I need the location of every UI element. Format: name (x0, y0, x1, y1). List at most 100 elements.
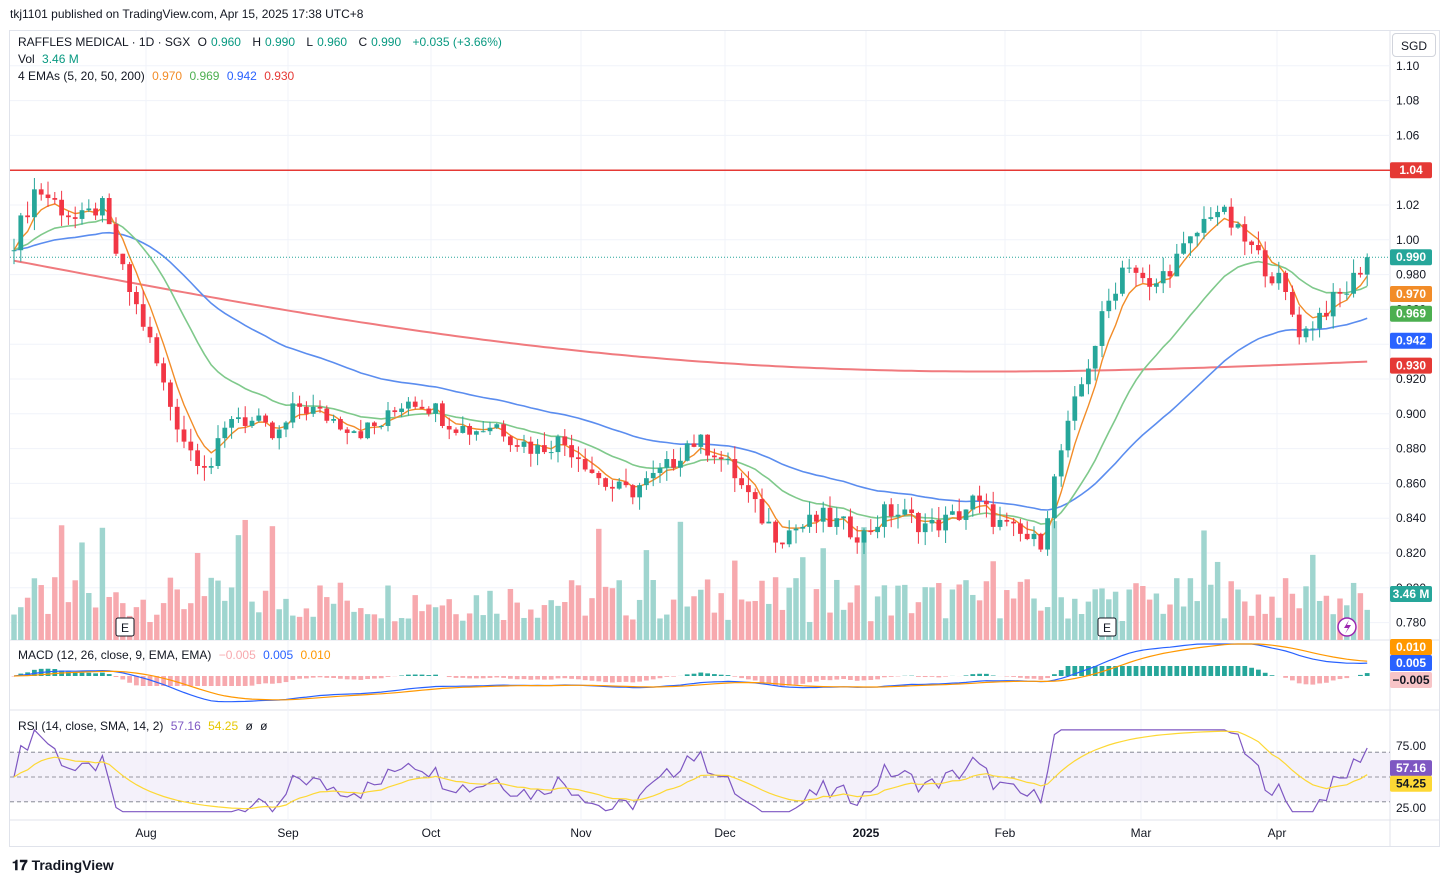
volume-label: Vol (18, 52, 35, 66)
rsi-ma-value: 54.25 (208, 719, 239, 733)
candle-body (841, 516, 846, 519)
symbol-label: RAFFLES MEDICAL · 1D · SGX (18, 35, 191, 49)
price-tick-label: 0.840 (1396, 511, 1426, 525)
macd-hist-bar (1290, 676, 1295, 681)
candle-body (433, 403, 438, 414)
macd-hist-bar (460, 676, 466, 678)
candle-body (1208, 217, 1214, 219)
volume-bar (895, 585, 901, 640)
volume-bar (188, 603, 194, 640)
volume-bar (296, 616, 303, 640)
candle-body (467, 425, 472, 435)
volume-bar (568, 580, 575, 640)
macd-hist-bar (344, 676, 350, 680)
volume-bar (990, 561, 996, 640)
macd-hist-bar (297, 676, 302, 679)
chart-canvas[interactable]: 1.101.081.061.041.021.000.9800.9600.9400… (0, 0, 1452, 883)
low-label: L (306, 35, 314, 49)
macd-legend: MACD (12, 26, close, 9, EMA, EMA) −0.005… (18, 648, 335, 662)
volume-bar (704, 579, 711, 640)
candle-body (1058, 450, 1064, 477)
candle-body (1276, 272, 1282, 284)
currency-button[interactable]: SGD (1392, 33, 1436, 57)
candle-body (1330, 292, 1336, 317)
price-tick-label: 1.10 (1396, 59, 1420, 73)
macd-hist-bar (1222, 666, 1227, 676)
volume-bar (800, 557, 806, 640)
macd-hist-bar (684, 674, 690, 676)
volume-bar (963, 580, 969, 640)
candle-body (1024, 533, 1030, 540)
candle-body (1317, 312, 1322, 329)
macd-hist-bar (508, 676, 513, 679)
macd-hist-bar (943, 676, 948, 677)
macd-hist-bar (963, 675, 969, 676)
macd-hist-bar (1215, 666, 1220, 676)
volume-bar (72, 580, 78, 640)
candle-body (474, 431, 479, 435)
volume-bar (473, 595, 480, 640)
volume-bar (922, 587, 928, 640)
volume-bar (358, 608, 364, 640)
volume-bar (677, 521, 684, 640)
volume-bar (555, 605, 561, 640)
macd-hist-bar (820, 676, 826, 680)
candle-body (168, 382, 173, 407)
volume-bar (725, 619, 731, 640)
macd-hist-bar (215, 676, 221, 686)
macd-hist-bar (1337, 676, 1343, 680)
candle-body (861, 530, 867, 543)
time-tick-label: Feb (995, 826, 1016, 840)
macd-hist-bar (304, 676, 309, 679)
macd-hist-bar (854, 676, 860, 681)
volume-bar (276, 609, 282, 640)
volume-badge-label: 3.46 M (1393, 587, 1430, 601)
candle-body (1242, 224, 1248, 242)
volume-bar (616, 580, 622, 640)
macd-hist-bar (1324, 676, 1329, 683)
candle-body (521, 441, 527, 447)
macd-hist-bar (705, 673, 710, 676)
macd-hist-bar (290, 676, 296, 680)
volume-bar (759, 580, 765, 640)
volume-bar (657, 618, 663, 640)
open-label: O (197, 35, 207, 49)
candle-body (950, 511, 955, 515)
volume-bar (1310, 554, 1316, 640)
candle-body (637, 485, 642, 498)
macd-hist-bar (1262, 672, 1268, 676)
volume-bar (1010, 598, 1017, 640)
candle-body (1004, 519, 1010, 522)
macd-hist-value: −0.005 (218, 648, 256, 662)
candle-body (1358, 272, 1363, 275)
volume-bar (840, 609, 847, 640)
candle-body (406, 401, 411, 409)
macd-hist-bar (861, 676, 867, 681)
macd-hist-bar (338, 676, 343, 679)
volume-bar (942, 618, 949, 640)
candle-body (725, 459, 731, 461)
macd-hist-bar (582, 676, 588, 681)
candle-body (1147, 278, 1152, 287)
volume-bar (1085, 601, 1092, 640)
candle-body (79, 210, 85, 219)
candle-body (1337, 292, 1343, 294)
volume-bar (52, 577, 58, 640)
candle-body (174, 406, 180, 430)
macd-hist-bar (542, 676, 547, 680)
volume-bar (813, 589, 820, 640)
volume-bar (1058, 597, 1064, 640)
volume-bar (160, 603, 167, 640)
volume-bar (623, 615, 629, 640)
candle-body (181, 429, 187, 442)
candle-body (86, 208, 92, 211)
volume-bar (562, 602, 568, 640)
volume-bar (1221, 618, 1228, 640)
rsi-extra-1: ø (245, 719, 253, 733)
volume-bar (868, 621, 874, 640)
volume-bar (106, 596, 112, 640)
macd-hist-bar (86, 672, 92, 676)
candle-body (759, 499, 765, 524)
candle-body (657, 467, 663, 473)
macd-hist-bar (759, 676, 765, 683)
